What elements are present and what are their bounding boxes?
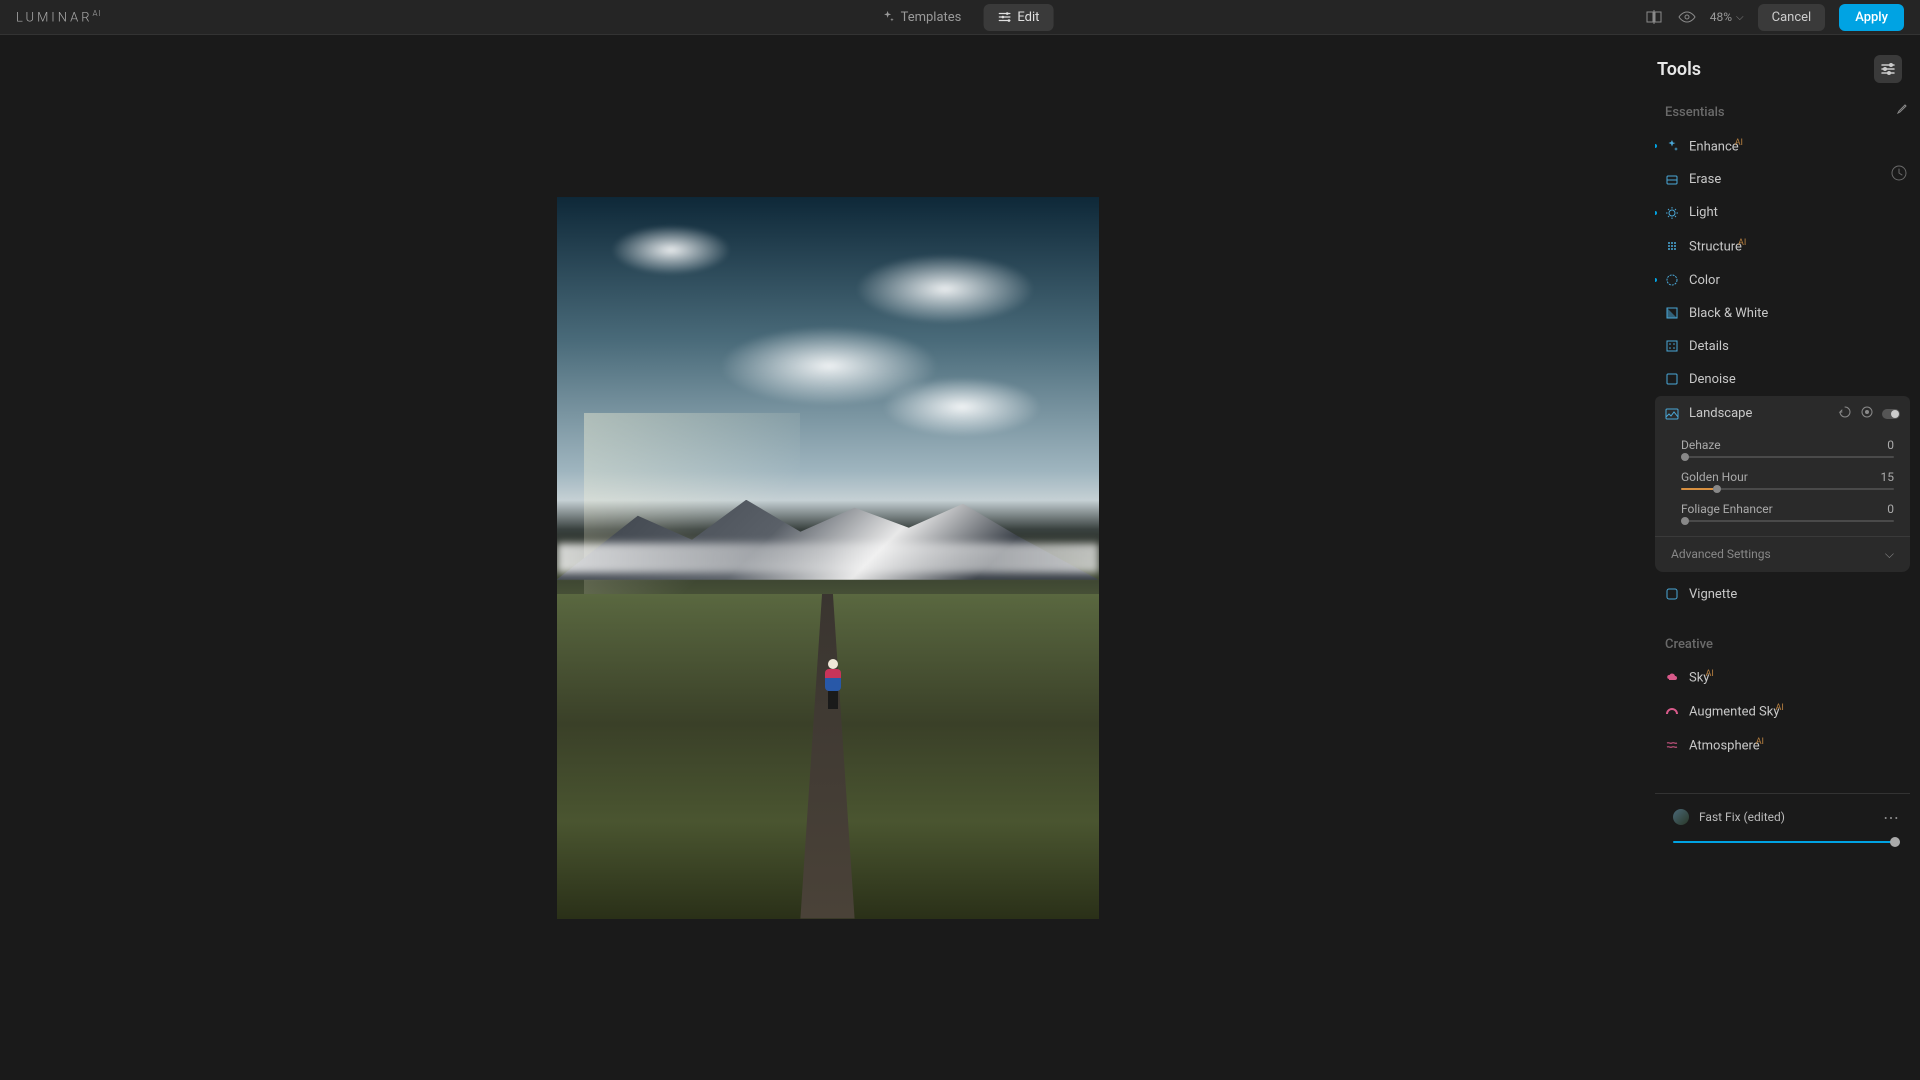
- rainbow-icon: [1665, 704, 1679, 718]
- goldenhour-label: Golden Hour: [1681, 470, 1748, 484]
- waves-icon: [1665, 738, 1679, 752]
- tool-atmosphere[interactable]: AtmosphereAI: [1655, 728, 1910, 762]
- dehaze-slider[interactable]: [1681, 456, 1894, 458]
- canvas-area[interactable]: [0, 35, 1655, 1080]
- dehaze-value: 0: [1887, 438, 1894, 452]
- template-more-icon[interactable]: ⋯: [1883, 808, 1900, 827]
- visibility-toggle[interactable]: [1882, 409, 1900, 419]
- tool-label: Landscape: [1689, 406, 1752, 421]
- template-thumbnail: [1673, 809, 1689, 825]
- bw-icon: [1665, 306, 1679, 320]
- modified-dot: [1655, 144, 1657, 148]
- edit-label: Edit: [1017, 10, 1039, 25]
- creative-text: Creative: [1665, 637, 1713, 652]
- tools-header: Tools: [1655, 55, 1910, 97]
- edits-panel-icon[interactable]: [1874, 55, 1902, 83]
- compare-icon[interactable]: [1646, 10, 1664, 24]
- tool-structure[interactable]: StructureAI: [1655, 229, 1910, 263]
- foliage-slider[interactable]: [1681, 520, 1894, 522]
- brush-icon[interactable]: [1894, 103, 1908, 121]
- tool-label: Black & White: [1689, 306, 1768, 321]
- advanced-label: Advanced Settings: [1671, 547, 1771, 561]
- sliders-icon: [997, 10, 1011, 24]
- tool-augmented-sky[interactable]: Augmented SkyAI: [1655, 694, 1910, 728]
- templates-label: Templates: [901, 10, 962, 25]
- essentials-text: Essentials: [1665, 105, 1725, 120]
- sparkle-icon: [881, 10, 895, 24]
- tool-light[interactable]: Light: [1655, 196, 1910, 229]
- tool-label: Erase: [1689, 172, 1721, 187]
- tool-erase[interactable]: Erase: [1655, 163, 1910, 196]
- apply-button[interactable]: Apply: [1839, 4, 1904, 31]
- tool-label: Details: [1689, 339, 1729, 354]
- cancel-button[interactable]: Cancel: [1758, 4, 1826, 31]
- template-name: Fast Fix (edited): [1699, 810, 1785, 824]
- tool-label: Enhance: [1689, 139, 1739, 154]
- details-icon: [1665, 339, 1679, 353]
- tool-label: Denoise: [1689, 372, 1736, 387]
- tool-label: Light: [1689, 205, 1718, 220]
- template-footer: Fast Fix (edited) ⋯: [1655, 793, 1910, 851]
- top-bar: LUMINARAI Templates Edit 48% Cancel Appl…: [0, 0, 1920, 35]
- ai-badge: AI: [1776, 703, 1784, 713]
- tool-color[interactable]: Color: [1655, 264, 1910, 297]
- tool-details[interactable]: Details: [1655, 330, 1910, 363]
- zoom-dropdown[interactable]: 48%: [1710, 10, 1744, 24]
- tool-label: Structure: [1689, 240, 1742, 255]
- eye-icon[interactable]: [1678, 10, 1696, 24]
- mask-icon[interactable]: [1860, 405, 1874, 423]
- tool-landscape[interactable]: Landscape: [1655, 396, 1910, 432]
- ai-badge: AI: [1705, 669, 1713, 679]
- undo-icon[interactable]: [1838, 405, 1852, 423]
- template-amount-slider[interactable]: [1673, 841, 1900, 843]
- zoom-value: 48%: [1710, 10, 1732, 24]
- tool-label: Color: [1689, 273, 1720, 288]
- logo-text: LUMINAR: [16, 10, 93, 25]
- tool-sky[interactable]: SkyAI: [1655, 660, 1910, 694]
- creative-section-label: Creative: [1655, 631, 1910, 660]
- tool-label: Augmented Sky: [1689, 704, 1780, 719]
- tools-sidebar: Tools Essentials EnhanceAI Erase Light S…: [1655, 35, 1920, 1080]
- denoise-icon: [1665, 372, 1679, 386]
- goldenhour-slider[interactable]: [1681, 488, 1894, 490]
- cloud-icon: [1665, 670, 1679, 684]
- color-icon: [1665, 273, 1679, 287]
- tools-title: Tools: [1657, 59, 1701, 80]
- tool-denoise[interactable]: Denoise: [1655, 363, 1910, 396]
- sun-icon: [1665, 206, 1679, 220]
- tool-label: Atmosphere: [1689, 739, 1760, 754]
- templates-tab[interactable]: Templates: [867, 4, 976, 31]
- ai-badge: AI: [1735, 138, 1743, 148]
- modified-dot: [1655, 278, 1657, 282]
- logo-suffix: AI: [93, 9, 102, 18]
- photo-preview: [557, 197, 1099, 919]
- foliage-label: Foliage Enhancer: [1681, 502, 1773, 516]
- top-right-controls: 48% Cancel Apply: [1646, 4, 1904, 31]
- history-icon[interactable]: [1890, 164, 1908, 186]
- tool-label: Vignette: [1689, 587, 1737, 602]
- landscape-icon: [1665, 407, 1679, 421]
- tool-vignette[interactable]: Vignette: [1655, 578, 1910, 611]
- foliage-value: 0: [1887, 502, 1894, 516]
- grid-icon: [1665, 239, 1679, 253]
- dehaze-label: Dehaze: [1681, 438, 1721, 452]
- goldenhour-value: 15: [1881, 470, 1895, 484]
- ai-badge: AI: [1738, 238, 1746, 248]
- vignette-icon: [1665, 587, 1679, 601]
- tool-landscape-panel: Landscape Dehaze 0 Golden Hour 15 Foliage …: [1655, 396, 1910, 572]
- advanced-settings-toggle[interactable]: Advanced Settings: [1655, 536, 1910, 572]
- app-logo: LUMINARAI: [16, 9, 102, 25]
- tool-enhance[interactable]: EnhanceAI: [1655, 129, 1910, 163]
- landscape-sliders: Dehaze 0 Golden Hour 15 Foliage Enhancer 0: [1655, 432, 1910, 536]
- top-mode-switch: Templates Edit: [867, 4, 1054, 31]
- essentials-section-label: Essentials: [1655, 97, 1910, 129]
- ai-badge: AI: [1756, 737, 1764, 747]
- edit-tab[interactable]: Edit: [983, 4, 1053, 31]
- sparkle-icon: [1665, 139, 1679, 153]
- modified-dot: [1655, 211, 1657, 215]
- tool-bw[interactable]: Black & White: [1655, 297, 1910, 330]
- erase-icon: [1665, 173, 1679, 187]
